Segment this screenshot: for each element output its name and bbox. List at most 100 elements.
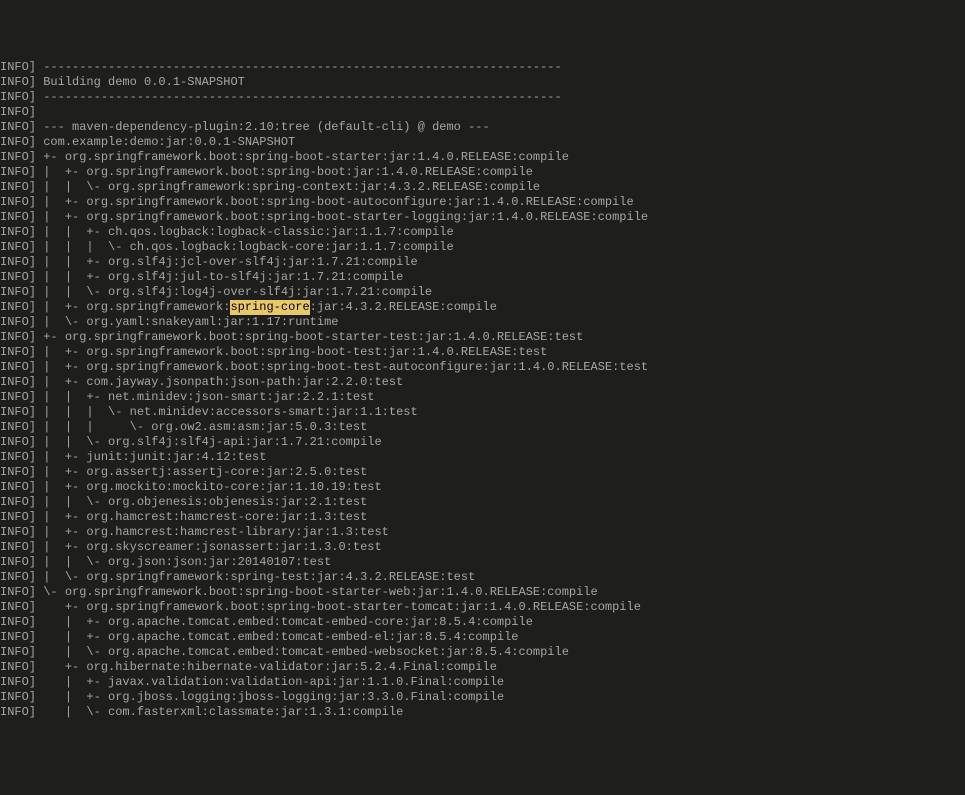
log-level-prefix: INFO] (0, 240, 36, 255)
log-level-prefix: INFO] (0, 405, 36, 420)
log-level-prefix: INFO] (0, 150, 36, 165)
log-line: INFO] | | +- ch.qos.logback:logback-clas… (0, 225, 965, 240)
log-content: | +- org.springframework: (36, 300, 230, 315)
log-level-prefix: INFO] (0, 480, 36, 495)
log-level-prefix: INFO] (0, 60, 36, 75)
log-level-prefix: INFO] (0, 615, 36, 630)
log-level-prefix: INFO] (0, 210, 36, 225)
log-line: INFO] | | +- org.slf4j:jul-to-slf4j:jar:… (0, 270, 965, 285)
log-level-prefix: INFO] (0, 90, 36, 105)
log-content: | | \- org.json:json:jar:20140107:test (36, 555, 331, 570)
log-content: | | \- org.slf4j:slf4j-api:jar:1.7.21:co… (36, 435, 382, 450)
log-line: INFO] ----------------------------------… (0, 90, 965, 105)
log-line: INFO] | | \- org.json:json:jar:20140107:… (0, 555, 965, 570)
log-content: | | \- org.slf4j:log4j-over-slf4j:jar:1.… (36, 285, 432, 300)
log-level-prefix: INFO] (0, 585, 36, 600)
log-content: | | +- org.slf4j:jul-to-slf4j:jar:1.7.21… (36, 270, 403, 285)
log-content: | | \- org.springframework:spring-contex… (36, 180, 540, 195)
log-line: INFO] | +- org.jboss.logging:jboss-loggi… (0, 690, 965, 705)
log-line: INFO] +- org.hibernate:hibernate-validat… (0, 660, 965, 675)
log-line: INFO] | +- org.hamcrest:hamcrest-core:ja… (0, 510, 965, 525)
log-level-prefix: INFO] (0, 555, 36, 570)
log-content: | +- org.apache.tomcat.embed:tomcat-embe… (36, 630, 518, 645)
log-content: | +- org.springframework.boot:spring-boo… (36, 360, 648, 375)
log-content: +- org.springframework.boot:spring-boot-… (36, 600, 641, 615)
log-line: INFO] +- org.springframework.boot:spring… (0, 150, 965, 165)
log-content: Building demo 0.0.1-SNAPSHOT (36, 75, 245, 90)
log-line: INFO] +- org.springframework.boot:spring… (0, 330, 965, 345)
log-content: | +- org.springframework.boot:spring-boo… (36, 210, 648, 225)
log-level-prefix: INFO] (0, 660, 36, 675)
log-content: | \- org.yaml:snakeyaml:jar:1.17:runtime (36, 315, 338, 330)
log-level-prefix: INFO] (0, 495, 36, 510)
log-line: INFO] | +- org.springframework.boot:spri… (0, 195, 965, 210)
log-line: INFO] | | | \- net.minidev:accessors-sma… (0, 405, 965, 420)
log-level-prefix: INFO] (0, 510, 36, 525)
log-level-prefix: INFO] (0, 645, 36, 660)
log-content: ----------------------------------------… (36, 90, 562, 105)
log-content: | +- org.assertj:assertj-core:jar:2.5.0:… (36, 465, 367, 480)
log-content: | +- org.skyscreamer:jsonassert:jar:1.3.… (36, 540, 382, 555)
log-line: INFO] | +- com.jayway.jsonpath:json-path… (0, 375, 965, 390)
log-level-prefix: INFO] (0, 420, 36, 435)
log-content: | +- org.hamcrest:hamcrest-core:jar:1.3:… (36, 510, 367, 525)
log-level-prefix: INFO] (0, 450, 36, 465)
log-content: :jar:4.3.2.RELEASE:compile (310, 300, 497, 315)
log-content: | +- org.springframework.boot:spring-boo… (36, 345, 547, 360)
search-match-highlight: spring-core (230, 300, 309, 315)
log-level-prefix: INFO] (0, 390, 36, 405)
log-line: INFO] | +- org.assertj:assertj-core:jar:… (0, 465, 965, 480)
log-level-prefix: INFO] (0, 105, 36, 120)
log-line: INFO] | | \- org.objenesis:objenesis:jar… (0, 495, 965, 510)
log-level-prefix: INFO] (0, 675, 36, 690)
log-content: | \- org.apache.tomcat.embed:tomcat-embe… (36, 645, 569, 660)
log-content: | | +- net.minidev:json-smart:jar:2.2.1:… (36, 390, 374, 405)
log-content: | | +- org.slf4j:jcl-over-slf4j:jar:1.7.… (36, 255, 418, 270)
log-line: INFO] | +- org.mockito:mockito-core:jar:… (0, 480, 965, 495)
log-line: INFO] | +- org.springframework:spring-co… (0, 300, 965, 315)
log-line: INFO] | | +- org.slf4j:jcl-over-slf4j:ja… (0, 255, 965, 270)
log-content: | | | \- net.minidev:accessors-smart:jar… (36, 405, 418, 420)
log-line: INFO] | +- org.skyscreamer:jsonassert:ja… (0, 540, 965, 555)
log-line: INFO] Building demo 0.0.1-SNAPSHOT (0, 75, 965, 90)
log-line: INFO] | +- org.springframework.boot:spri… (0, 165, 965, 180)
log-level-prefix: INFO] (0, 600, 36, 615)
log-level-prefix: INFO] (0, 525, 36, 540)
log-content: | +- org.hamcrest:hamcrest-library:jar:1… (36, 525, 389, 540)
log-content: \- org.springframework.boot:spring-boot-… (36, 585, 598, 600)
log-content: | +- org.springframework.boot:spring-boo… (36, 195, 634, 210)
log-line: INFO] +- org.springframework.boot:spring… (0, 600, 965, 615)
log-content: | \- com.fasterxml:classmate:jar:1.3.1:c… (36, 705, 403, 720)
log-line: INFO] | | +- net.minidev:json-smart:jar:… (0, 390, 965, 405)
log-content: | | | \- org.ow2.asm:asm:jar:5.0.3:test (36, 420, 367, 435)
log-content: ----------------------------------------… (36, 60, 562, 75)
log-content: | | +- ch.qos.logback:logback-classic:ja… (36, 225, 454, 240)
log-line: INFO] | +- org.springframework.boot:spri… (0, 210, 965, 225)
log-content: | +- org.mockito:mockito-core:jar:1.10.1… (36, 480, 382, 495)
log-level-prefix: INFO] (0, 135, 36, 150)
log-line: INFO] | +- org.springframework.boot:spri… (0, 345, 965, 360)
log-level-prefix: INFO] (0, 120, 36, 135)
log-level-prefix: INFO] (0, 570, 36, 585)
log-line: INFO] com.example:demo:jar:0.0.1-SNAPSHO… (0, 135, 965, 150)
log-level-prefix: INFO] (0, 690, 36, 705)
log-level-prefix: INFO] (0, 375, 36, 390)
log-content: | +- org.apache.tomcat.embed:tomcat-embe… (36, 615, 533, 630)
log-content: | \- org.springframework:spring-test:jar… (36, 570, 475, 585)
log-line: INFO] | +- org.apache.tomcat.embed:tomca… (0, 615, 965, 630)
log-level-prefix: INFO] (0, 465, 36, 480)
log-level-prefix: INFO] (0, 540, 36, 555)
log-level-prefix: INFO] (0, 180, 36, 195)
log-level-prefix: INFO] (0, 360, 36, 375)
log-line: INFO] | +- junit:junit:jar:4.12:test (0, 450, 965, 465)
log-line: INFO] | +- org.hamcrest:hamcrest-library… (0, 525, 965, 540)
log-line: INFO] | \- org.yaml:snakeyaml:jar:1.17:r… (0, 315, 965, 330)
log-level-prefix: INFO] (0, 435, 36, 450)
log-level-prefix: INFO] (0, 195, 36, 210)
log-line: INFO] | | | \- ch.qos.logback:logback-co… (0, 240, 965, 255)
log-content: | +- javax.validation:validation-api:jar… (36, 675, 504, 690)
log-content: +- org.hibernate:hibernate-validator:jar… (36, 660, 497, 675)
log-level-prefix: INFO] (0, 315, 36, 330)
terminal-output: INFO] ----------------------------------… (0, 60, 965, 720)
log-level-prefix: INFO] (0, 705, 36, 720)
